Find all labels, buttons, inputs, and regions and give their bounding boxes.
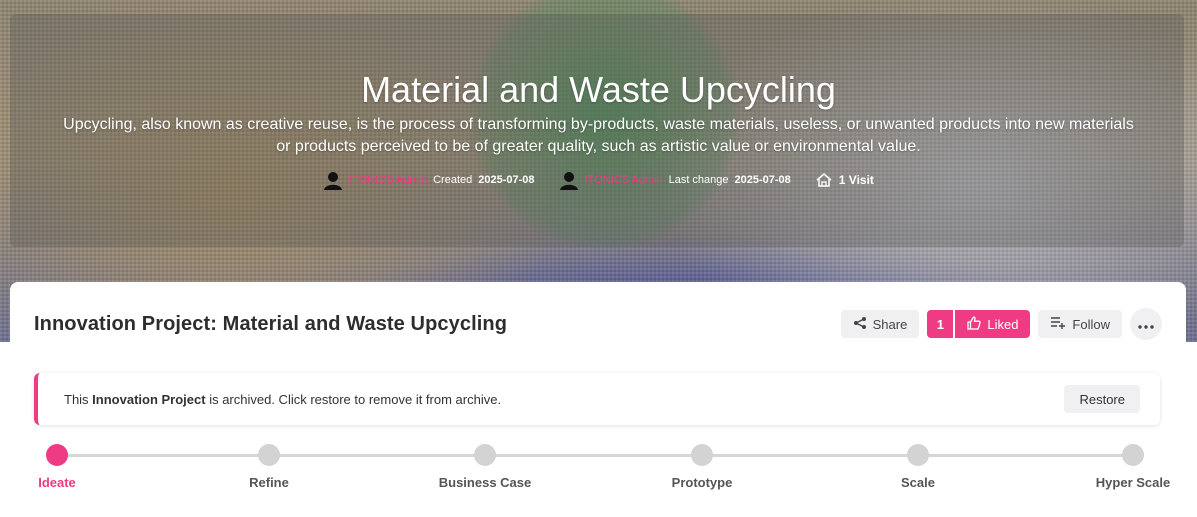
stage-dot <box>691 444 713 466</box>
hero-description: Upcycling, also known as creative reuse,… <box>63 116 1134 155</box>
stage-dot <box>258 444 280 466</box>
created-info: ITONICS Admin Created 2025-07-08 <box>323 170 535 190</box>
created-label: Created <box>433 174 473 186</box>
changed-info: ITONICS Admin Last change 2025-07-08 <box>559 170 791 190</box>
stage-progress: Ideate Refine Business Case Prototype Sc… <box>34 442 1170 502</box>
changed-date: 2025-07-08 <box>734 174 791 186</box>
hero-meta: ITONICS Admin Created 2025-07-08 ITONICS… <box>0 170 1197 190</box>
more-dots-icon <box>1138 317 1154 332</box>
house-icon <box>815 172 833 188</box>
share-icon <box>853 316 867 333</box>
project-card: Innovation Project: Material and Waste U… <box>10 282 1186 517</box>
stage-dot <box>474 444 496 466</box>
archive-text-prefix: This <box>64 391 93 407</box>
follow-button[interactable]: Follow <box>1038 310 1122 338</box>
stage-label: Ideate <box>38 475 76 490</box>
liked-button[interactable]: Liked <box>955 310 1031 338</box>
stage-label: Scale <box>901 475 935 490</box>
archive-banner: This Innovation Project is archived. Cli… <box>34 373 1160 425</box>
hero-content: Material and Waste Upcycling Upcycling, … <box>0 66 1197 190</box>
archive-item-type: Innovation Project <box>92 391 206 407</box>
follow-label: Follow <box>1072 316 1110 332</box>
created-by-link[interactable]: ITONICS Admin <box>349 171 427 189</box>
stage-label: Business Case <box>438 475 532 490</box>
stage-prototype[interactable]: Prototype <box>642 442 762 490</box>
changed-by-link[interactable]: ITONICS Admin <box>585 171 663 189</box>
header-actions: Share 1 Liked Follow <box>840 308 1162 340</box>
thumbs-up-icon <box>967 316 982 333</box>
stage-dot <box>907 444 929 466</box>
archive-message: This Innovation Project is archived. Cli… <box>64 392 501 407</box>
like-group: 1 Liked <box>927 310 1031 338</box>
restore-button[interactable]: Restore <box>1064 385 1140 413</box>
stage-label: Refine <box>249 475 289 490</box>
stage-label: Prototype <box>671 475 733 490</box>
stage-hyper-scale[interactable]: Hyper Scale <box>1073 442 1193 490</box>
page-title: Innovation Project: Material and Waste U… <box>34 312 508 335</box>
share-label: Share <box>872 316 908 332</box>
like-count: 1 <box>927 310 954 338</box>
stage-label: Hyper Scale <box>1095 475 1171 490</box>
changed-label: Last change <box>668 174 729 186</box>
visit-count: 1 Visit <box>838 173 874 187</box>
hero-title: Material and Waste Upcycling <box>361 69 836 110</box>
more-options-button[interactable] <box>1130 308 1162 340</box>
stage-business-case[interactable]: Business Case <box>425 442 545 490</box>
liked-label: Liked <box>987 316 1019 332</box>
follow-list-icon <box>1050 316 1066 333</box>
card-header: Innovation Project: Material and Waste U… <box>34 308 1162 340</box>
stage-ideate[interactable]: Ideate <box>0 442 117 490</box>
share-button[interactable]: Share <box>840 310 920 338</box>
stage-dot <box>1122 444 1144 466</box>
user-avatar-icon[interactable] <box>559 170 579 190</box>
stage-refine[interactable]: Refine <box>209 442 329 490</box>
stage-dot <box>46 444 68 466</box>
created-date: 2025-07-08 <box>478 174 535 186</box>
stage-scale[interactable]: Scale <box>858 442 978 490</box>
visits-info: 1 Visit <box>815 171 874 189</box>
archive-text-suffix: is archived. Click restore to remove it … <box>205 391 502 407</box>
user-avatar-icon[interactable] <box>323 170 343 190</box>
